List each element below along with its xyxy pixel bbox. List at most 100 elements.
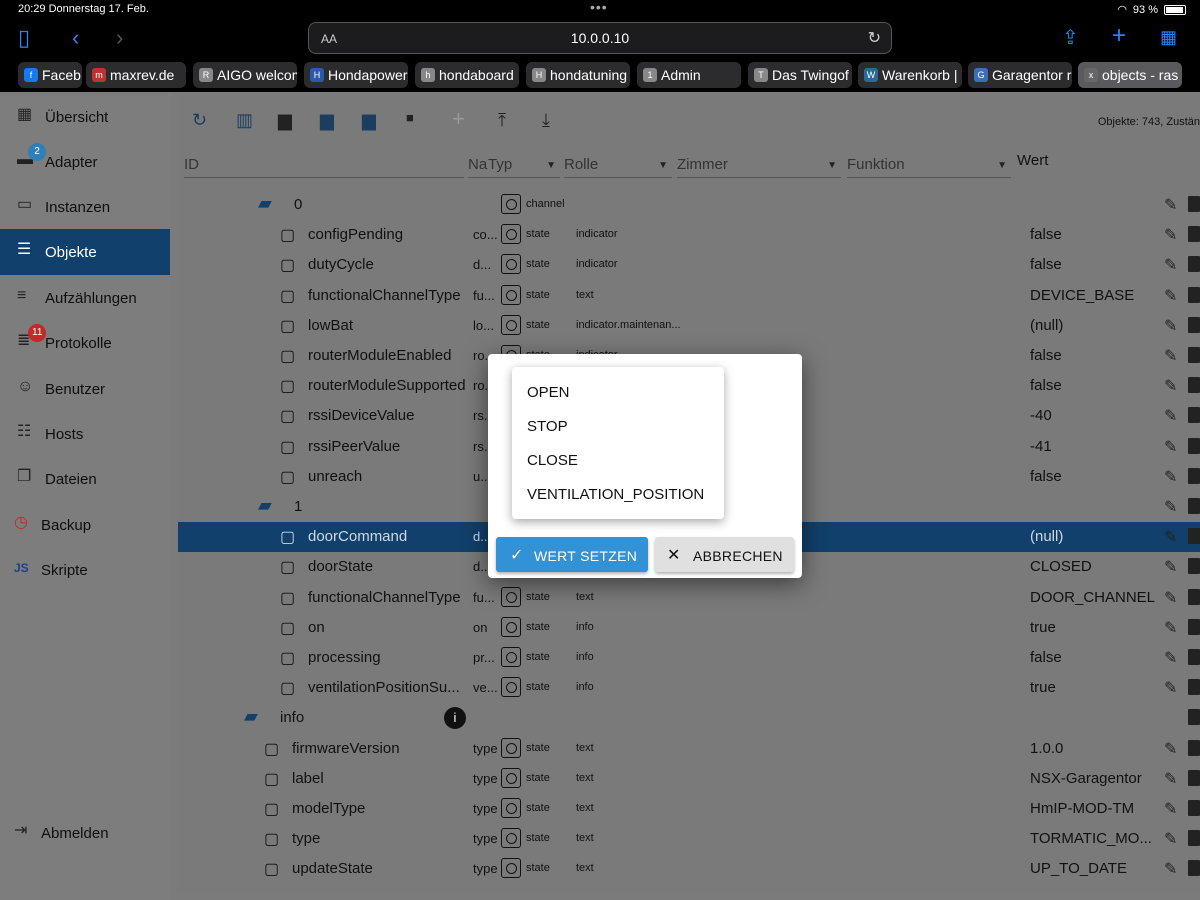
object-value[interactable]: false (1030, 226, 1062, 243)
delete-icon[interactable] (1188, 769, 1200, 786)
object-value[interactable]: false (1030, 468, 1062, 485)
share-icon[interactable]: ⇪ (1062, 25, 1079, 50)
role-filter[interactable]: Rolle ▼ (564, 152, 672, 178)
object-value[interactable]: 1.0.0 (1030, 740, 1063, 757)
tab-aigo[interactable]: R AIGO welcom (193, 62, 297, 88)
tab-overview-icon[interactable]: ▦ (1160, 27, 1177, 48)
add-icon[interactable]: + (452, 106, 465, 132)
delete-icon[interactable] (1188, 800, 1200, 816)
object-value[interactable]: DOOR_CHANNEL (1030, 589, 1155, 606)
object-value[interactable]: false (1030, 347, 1062, 364)
delete-icon[interactable] (1188, 196, 1200, 212)
sidebar-item-benutzer[interactable]: ☺ Benutzer (0, 366, 170, 412)
edit-icon[interactable]: ✎ (1164, 618, 1177, 638)
sidebar-item-skripte[interactable]: JS Skripte (0, 547, 170, 593)
delete-icon[interactable] (1188, 377, 1200, 394)
edit-icon[interactable]: ✎ (1164, 406, 1177, 426)
sidebar-item-instanzen[interactable]: ▭ Instanzen (0, 184, 170, 230)
delete-icon[interactable] (1188, 437, 1200, 454)
tab-warenkorb[interactable]: W Warenkorb | (858, 62, 962, 88)
edit-icon[interactable]: ✎ (1164, 437, 1177, 457)
edit-icon[interactable]: ✎ (1164, 255, 1177, 275)
object-value[interactable]: -40 (1030, 407, 1052, 424)
delete-icon[interactable] (1188, 679, 1200, 696)
edit-icon[interactable]: ✎ (1164, 316, 1177, 336)
object-value[interactable]: (null) (1030, 317, 1063, 334)
delete-icon[interactable] (1188, 528, 1200, 545)
edit-icon[interactable]: ✎ (1164, 195, 1177, 215)
sidebar-item-backup[interactable]: ◷ Backup (0, 502, 170, 548)
object-value[interactable]: NSX-Garagentor (1030, 770, 1142, 787)
folder-open-icon[interactable]: ▰ (258, 495, 272, 516)
tab-twingo[interactable]: T Das Twingof (748, 62, 852, 88)
option-stop[interactable]: STOP (527, 418, 568, 435)
edit-icon[interactable]: ✎ (1164, 739, 1177, 759)
table-row[interactable]: ▢ lowBat lo... state indicator.maintenan... (… (178, 311, 1200, 341)
edit-icon[interactable]: ✎ (1164, 557, 1177, 577)
edit-icon[interactable]: ✎ (1164, 829, 1177, 849)
edit-icon[interactable]: ✎ (1164, 769, 1177, 789)
back-icon[interactable]: ‹ (72, 25, 79, 51)
level-icon[interactable]: ■ (406, 110, 414, 125)
sidebar-item-adapter[interactable]: ▬ 2 Adapter (0, 139, 170, 185)
table-row[interactable]: ▢ updateState type state text UP_TO_DATE ✎ (178, 854, 1200, 884)
object-value[interactable]: false (1030, 377, 1062, 394)
delete-icon[interactable] (1188, 286, 1200, 303)
tab-admin[interactable]: 1 Admin (637, 62, 741, 88)
table-row[interactable]: ▢ type type state text TORMATIC_MO... ✎ (178, 824, 1200, 854)
function-filter[interactable]: Funktion ▼ (847, 152, 1011, 178)
edit-icon[interactable]: ✎ (1164, 286, 1177, 306)
delete-icon[interactable] (1188, 498, 1200, 514)
name-filter[interactable]: Na (468, 152, 488, 178)
id-filter[interactable]: ID (184, 152, 464, 178)
delete-icon[interactable] (1188, 226, 1200, 243)
table-row[interactable]: ▢ modelType type state text HmIP-MOD-TM ✎ (178, 794, 1200, 824)
edit-icon[interactable]: ✎ (1164, 376, 1177, 396)
object-value[interactable]: UP_TO_DATE (1030, 860, 1127, 877)
new-tab-icon[interactable]: + (1112, 22, 1126, 50)
sidebar-item-hosts[interactable]: ☷ Hosts (0, 411, 170, 457)
delete-icon[interactable] (1188, 467, 1200, 484)
edit-icon[interactable]: ✎ (1164, 346, 1177, 366)
url-text[interactable]: 10.0.0.10 (309, 30, 891, 46)
reload-icon[interactable]: ↻ (868, 28, 881, 48)
tree-folder-row[interactable]: ▰ info i (178, 703, 1200, 733)
tree-folder-row[interactable]: ▰ 0 channel ✎ (178, 190, 1200, 220)
table-row[interactable]: ▢ functionalChannelType fu... state text DEVI… (178, 281, 1200, 311)
table-row[interactable]: ▢ processing pr... state info false ✎ (178, 643, 1200, 673)
option-ventilation-position[interactable]: VENTILATION_POSITION (527, 486, 704, 503)
tab-objects[interactable]: x objects - ras (1078, 62, 1182, 88)
object-value[interactable]: true (1030, 679, 1056, 696)
table-row[interactable]: ▢ firmwareVersion type state text 1.0.0 ✎ (178, 734, 1200, 764)
folder-open-icon[interactable]: ▆ (320, 110, 334, 131)
edit-icon[interactable]: ✎ (1164, 678, 1177, 698)
delete-icon[interactable] (1188, 558, 1200, 575)
delete-icon[interactable] (1188, 649, 1200, 665)
columns-icon[interactable]: ▥ (236, 110, 253, 131)
type-filter[interactable]: Typ ▼ (488, 152, 560, 178)
room-filter[interactable]: Zimmer ▼ (677, 152, 841, 178)
multitask-dots-icon[interactable]: ••• (590, 0, 608, 15)
sidebar-item-protokolle[interactable]: ≣ 11 Protokolle (0, 320, 170, 366)
delete-icon[interactable] (1188, 347, 1200, 363)
object-value[interactable]: false (1030, 256, 1062, 273)
cancel-button[interactable]: ✕ ABBRECHEN (655, 537, 794, 572)
delete-icon[interactable] (1188, 316, 1200, 333)
tab-facebook[interactable]: f Faceb (18, 62, 82, 88)
tab-garagentor[interactable]: G Garagentor r (968, 62, 1072, 88)
object-value[interactable]: true (1030, 619, 1056, 636)
object-value[interactable]: (null) (1030, 528, 1063, 545)
edit-icon[interactable]: ✎ (1164, 799, 1177, 819)
table-row[interactable]: ▢ configPending co... state indicator false ✎ (178, 220, 1200, 250)
edit-icon[interactable]: ✎ (1164, 527, 1177, 547)
sidebar-item-uebersicht[interactable]: ▦ Übersicht (0, 94, 170, 140)
object-value[interactable]: false (1030, 649, 1062, 666)
tab-maxrev[interactable]: m maxrev.de (86, 62, 186, 88)
table-row[interactable]: ▢ dutyCycle d... state indicator false ✎ (178, 250, 1200, 280)
sidebar-item-aufzaehlungen[interactable]: ≡ Aufzählungen (0, 275, 170, 321)
set-value-button[interactable]: ✓ WERT SETZEN (496, 537, 648, 572)
option-close[interactable]: CLOSE (527, 452, 578, 469)
edit-icon[interactable]: ✎ (1164, 467, 1177, 487)
sidebar-item-objekte[interactable]: ☰ Objekte (0, 229, 170, 275)
folder-closed-icon[interactable]: ▆ (362, 110, 376, 131)
